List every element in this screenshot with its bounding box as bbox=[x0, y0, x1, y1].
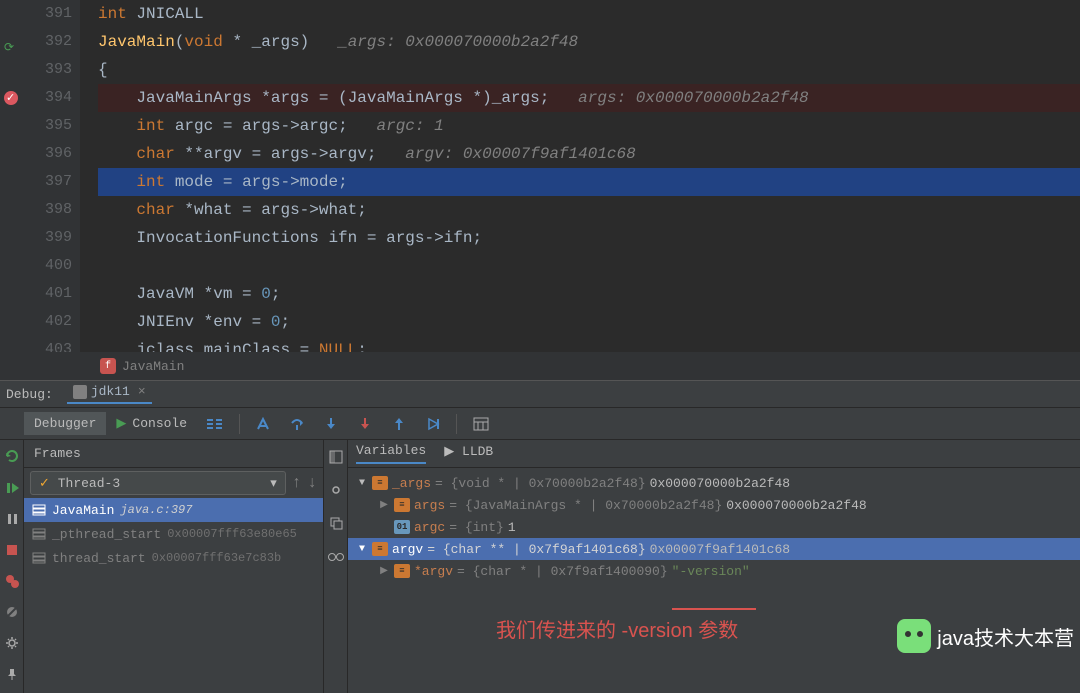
next-frame-icon[interactable]: ↓ bbox=[307, 474, 317, 492]
threads-icon[interactable] bbox=[197, 413, 233, 435]
variable-row[interactable]: ▶≡ *argv = {char * | 0x7f9af1400090} "-v… bbox=[348, 560, 1080, 582]
debug-toolwindow-header: Debug: jdk11 × bbox=[0, 380, 1080, 408]
frame-item[interactable]: _pthread_start 0x00007fff63e80e65 bbox=[24, 522, 323, 546]
code-editor: 391392⟳393394395396397398399400401402403… bbox=[0, 0, 1080, 380]
settings-icon[interactable] bbox=[5, 636, 19, 655]
resume-icon[interactable] bbox=[5, 481, 19, 500]
editor-gutter[interactable]: 391392⟳393394395396397398399400401402403 bbox=[0, 0, 80, 352]
evaluate-expression-icon[interactable] bbox=[463, 413, 499, 435]
wechat-icon bbox=[897, 619, 931, 653]
variable-row[interactable]: ▶≡ args = {JavaMainArgs * | 0x70000b2a2f… bbox=[348, 494, 1080, 516]
variable-row[interactable]: ▼≡ argv = {char ** | 0x7f9af1401c68} 0x0… bbox=[348, 538, 1080, 560]
frame-item[interactable]: thread_start 0x00007fff63e7c83b bbox=[24, 546, 323, 570]
frames-header: Frames bbox=[34, 446, 81, 461]
annotation-underline bbox=[672, 608, 756, 610]
debug-side-toolbar bbox=[0, 440, 24, 693]
restore-layout-icon[interactable] bbox=[329, 450, 343, 469]
debug-label: Debug: bbox=[6, 387, 53, 402]
tab-variables[interactable]: Variables bbox=[356, 443, 426, 464]
close-icon[interactable]: × bbox=[138, 384, 146, 399]
thread-selector[interactable]: ✓ Thread-3 ▾ bbox=[30, 471, 286, 495]
run-config-tab[interactable]: jdk11 × bbox=[67, 384, 152, 404]
stop-icon[interactable] bbox=[5, 543, 19, 562]
frames-panel: Frames ✓ Thread-3 ▾ ↑ ↓ JavaMain java.c:… bbox=[24, 440, 324, 693]
show-execution-point-icon[interactable] bbox=[246, 413, 280, 435]
glasses-icon[interactable] bbox=[327, 549, 345, 567]
run-to-cursor-icon[interactable] bbox=[416, 413, 450, 435]
rerun-icon[interactable] bbox=[4, 448, 20, 469]
force-step-into-icon[interactable] bbox=[348, 413, 382, 435]
pin-icon[interactable] bbox=[5, 667, 19, 686]
code-lines[interactable]: int JNICALLJavaMain(void * _args) _args:… bbox=[80, 0, 1080, 352]
tab-debugger[interactable]: Debugger bbox=[24, 412, 106, 435]
variable-row[interactable]: ▼≡ _args = {void * | 0x70000b2a2f48} 0x0… bbox=[348, 472, 1080, 494]
debug-toolbar: Debugger ▶ Console bbox=[0, 408, 1080, 440]
settings-icon[interactable] bbox=[329, 483, 343, 502]
step-over-icon[interactable] bbox=[280, 413, 314, 435]
variables-panel: Variables ▶ LLDB ▼≡ _args = {void * | 0x… bbox=[348, 440, 1080, 693]
tab-lldb[interactable]: ▶ LLDB bbox=[444, 444, 493, 463]
frame-item[interactable]: JavaMain java.c:397 bbox=[24, 498, 323, 522]
frame-list[interactable]: JavaMain java.c:397_pthread_start 0x0000… bbox=[24, 498, 323, 693]
variable-row[interactable]: 01 argc = {int} 1 bbox=[348, 516, 1080, 538]
breadcrumb-function[interactable]: JavaMain bbox=[122, 359, 184, 374]
mute-breakpoints-icon[interactable] bbox=[5, 605, 19, 624]
tab-console[interactable]: ▶ Console bbox=[106, 412, 197, 435]
play-icon: ▶ bbox=[116, 416, 126, 431]
chevron-down-icon: ▾ bbox=[270, 476, 277, 491]
prev-frame-icon[interactable]: ↑ bbox=[292, 474, 302, 492]
step-out-icon[interactable] bbox=[382, 413, 416, 435]
copy-icon[interactable] bbox=[329, 516, 343, 535]
annotation-text: 我们传进来的 -version 参数 bbox=[496, 614, 738, 643]
function-icon: f bbox=[100, 358, 116, 374]
debug-panel: Frames ✓ Thread-3 ▾ ↑ ↓ JavaMain java.c:… bbox=[0, 440, 1080, 693]
pause-icon[interactable] bbox=[5, 512, 19, 531]
step-into-icon[interactable] bbox=[314, 413, 348, 435]
watermark: java技术大本营 bbox=[897, 619, 1074, 653]
app-icon bbox=[73, 385, 87, 399]
view-breakpoints-icon[interactable] bbox=[5, 574, 19, 593]
variable-tree[interactable]: ▼≡ _args = {void * | 0x70000b2a2f48} 0x0… bbox=[348, 468, 1080, 693]
breadcrumb-bar: f JavaMain bbox=[0, 352, 1080, 380]
variables-toolbar bbox=[324, 440, 348, 693]
